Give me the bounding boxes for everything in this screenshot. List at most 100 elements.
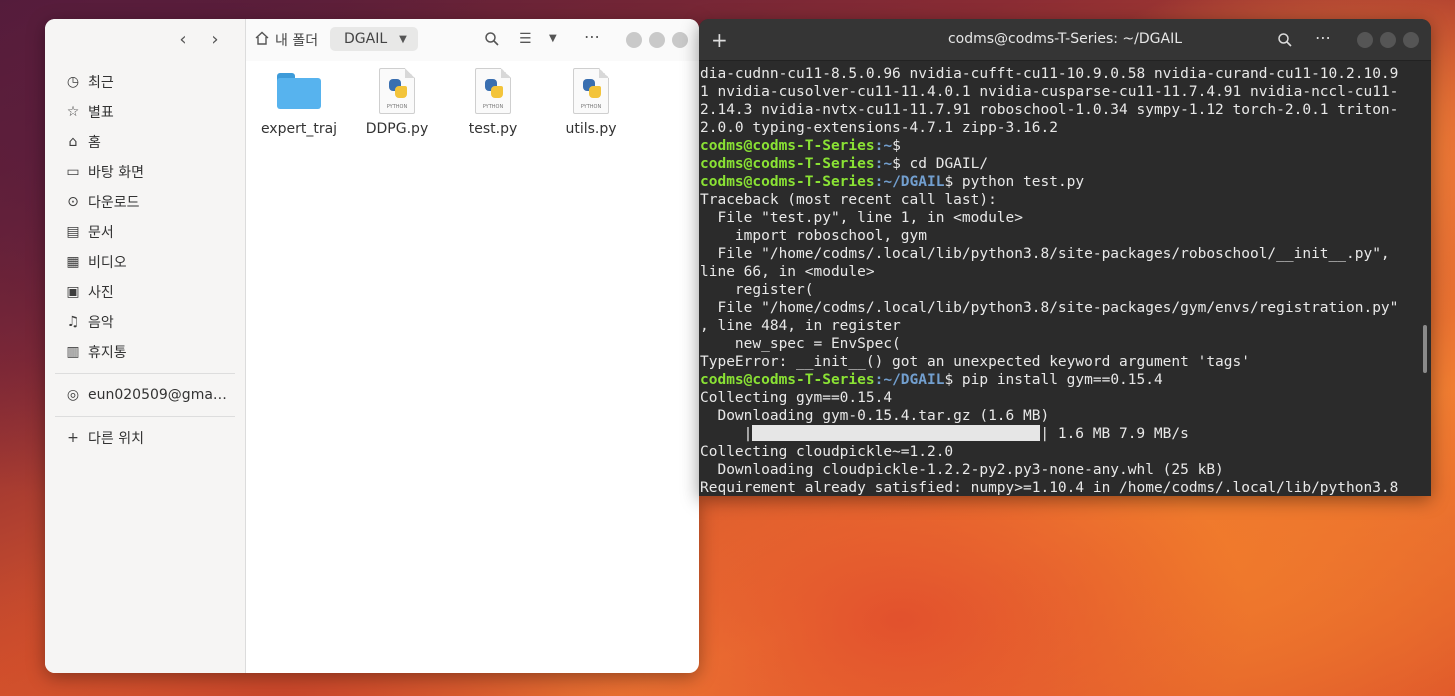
files-header: 내 폴더 DGAIL ▼ ☰ ▼ ⋯ [246,19,699,61]
view-options-chevron-icon[interactable]: ▼ [549,33,557,44]
terminal-prompt-line: codms@codms-T-Series:~/DGAIL$ pip instal… [700,371,1419,389]
nav-arrows: ‹ › [175,29,223,50]
sidebar-item-other-locations[interactable]: + 다른 위치 [45,423,245,453]
terminal-output-line: File "/home/codms/.local/lib/python3.8/s… [700,246,1390,262]
prompt-path: :~ [874,138,893,154]
progress-suffix: | 1.6 MB 7.9 MB/s [1040,426,1189,442]
music-icon: ♫ [66,314,80,330]
terminal-output-line: Collecting cloudpickle~=1.2.0 [700,444,954,460]
forward-button[interactable]: › [207,29,223,50]
file-item[interactable]: PYTHON DDPG.py [352,67,442,137]
sidebar-item-label: 별표 [88,105,114,121]
desktop-icon: ▭ [66,164,80,180]
minimize-button[interactable] [1357,32,1373,48]
sidebar-item-label: 비디오 [88,255,127,271]
prompt-command: $ python test.py [944,174,1085,190]
back-button[interactable]: ‹ [175,29,191,50]
sidebar-item-account[interactable]: ◎ eun020509@gma… [45,380,245,410]
document-icon: ▤ [66,224,80,240]
sidebar-item[interactable]: ▦ 비디오 [45,247,245,277]
sidebar-item-label: 최근 [88,75,114,91]
home-icon[interactable] [254,30,270,46]
minimize-button[interactable] [626,32,642,48]
file-name: expert_traj [260,121,338,137]
prompt-user: codms@codms-T-Series [700,138,875,154]
files-window: ‹ › ◷ 최근 ☆ 별표 ⌂ 홈 ▭ 바탕 화면 ⊙ 다운로드 ▤ 문서 ▦ 비디오 ▣ 사진 ♫ 음악 ▥ 휴지통… [45,19,699,673]
path-current-label: DGAIL [344,31,388,47]
file-item[interactable]: expert_traj [254,67,344,137]
sidebar-item[interactable]: ☆ 별표 [45,97,245,127]
sidebar-list: ◷ 최근 ☆ 별표 ⌂ 홈 ▭ 바탕 화면 ⊙ 다운로드 ▤ 문서 ▦ 비디오 ▣ 사진 ♫ 음악 ▥ 휴지통 ◎ eun… [45,67,245,453]
sidebar-divider [55,373,235,374]
maximize-button[interactable] [649,32,665,48]
maximize-button[interactable] [1380,32,1396,48]
download-icon: ⊙ [67,194,79,210]
sidebar-item-label: 휴지통 [88,345,127,361]
list-view-icon[interactable]: ☰ [519,31,532,47]
terminal-output-line: , line 484, in register [700,318,901,334]
path-current-button[interactable]: DGAIL ▼ [330,27,418,51]
file-item[interactable]: PYTHON utils.py [546,67,636,137]
prompt-command: $ cd DGAIL/ [892,156,989,172]
progress-bar [752,425,1041,441]
terminal-scrollbar[interactable] [1423,325,1427,373]
terminal-output-line: Downloading cloudpickle-1.2.2-py2.py3-no… [700,462,1224,478]
terminal-output-line: Traceback (most recent call last): [700,192,997,208]
prompt-path: :~/DGAIL [874,174,945,190]
sidebar-item[interactable]: ⊙ 다운로드 [45,187,245,217]
sidebar-item[interactable]: ▥ 휴지통 [45,337,245,367]
sidebar-item-label: 다운로드 [88,195,140,211]
clock-icon: ◷ [66,74,80,90]
close-button[interactable] [1403,32,1419,48]
sidebar-item-label: 음악 [88,315,114,331]
terminal-output-line: TypeError: __init__() got an unexpected … [700,354,1250,370]
prompt-user: codms@codms-T-Series [700,156,875,172]
sidebar-item[interactable]: ◷ 최근 [45,67,245,97]
menu-more-icon[interactable]: ⋯ [1315,28,1332,47]
terminal-output-line: 2.0.0 typing-extensions-4.7.1 zipp-3.16.… [700,120,1058,136]
path-home-label[interactable]: 내 폴더 [275,30,318,50]
search-icon[interactable] [1277,32,1293,48]
prompt-command: $ pip install gym==0.15.4 [944,372,1163,388]
other-locations-label: 다른 위치 [88,431,144,447]
terminal-output-line: Downloading gym-0.15.4.tar.gz (1.6 MB) [700,408,1050,424]
sidebar-item-label: 홈 [88,135,101,151]
chevron-down-icon: ▼ [399,33,407,45]
star-icon: ☆ [66,104,80,120]
python-badge-label: PYTHON [386,104,408,110]
terminal-prompt-line: codms@codms-T-Series:~$ cd DGAIL/ [700,155,1419,173]
menu-more-icon[interactable]: ⋯ [584,27,601,46]
sidebar-item[interactable]: ♫ 음악 [45,307,245,337]
sidebar-item-label: 문서 [88,225,114,241]
python-badge-label: PYTHON [482,104,504,110]
plus-icon: + [67,430,79,446]
home-icon: ⌂ [68,134,78,150]
prompt-user: codms@codms-T-Series [700,174,875,190]
sidebar-item[interactable]: ▭ 바탕 화면 [45,157,245,187]
prompt-path: :~ [874,156,893,172]
terminal-progress-line: | | 1.6 MB 7.9 MB/s [700,425,1419,443]
sidebar-divider [55,416,235,417]
terminal-output-line: new_spec = EnvSpec( [700,336,901,352]
files-sidebar: ‹ › ◷ 최근 ☆ 별표 ⌂ 홈 ▭ 바탕 화면 ⊙ 다운로드 ▤ 문서 ▦ 비디오 ▣ 사진 ♫ 음악 ▥ 휴지통… [45,19,246,673]
network-account-icon: ◎ [66,387,80,403]
terminal-header: + codms@codms-T-Series: ~/DGAIL ⋯ [699,19,1431,61]
file-item[interactable]: PYTHON test.py [448,67,538,137]
sidebar-item[interactable]: ▤ 문서 [45,217,245,247]
sidebar-item[interactable]: ⌂ 홈 [45,127,245,157]
terminal-output-line: register( [700,282,814,298]
terminal-output-line: Requirement already satisfied: numpy>=1.… [700,480,1399,496]
terminal-output-line: 1 nvidia-cusolver-cu11-11.4.0.1 nvidia-c… [700,84,1399,100]
account-label: eun020509@gma… [88,387,227,403]
terminal-prompt-line: codms@codms-T-Series:~$ [700,137,1419,155]
file-name: DDPG.py [365,121,429,137]
file-name: utils.py [565,121,617,137]
terminal-output-line: File "/home/codms/.local/lib/python3.8/s… [700,300,1399,316]
terminal-output-line: 2.14.3 nvidia-nvtx-cu11-11.7.91 roboscho… [700,102,1399,118]
sidebar-item[interactable]: ▣ 사진 [45,277,245,307]
terminal-output-line: File "test.py", line 1, in <module> [700,210,1024,226]
search-icon[interactable] [484,31,500,47]
terminal-output[interactable]: dia-cudnn-cu11-8.5.0.96 nvidia-cufft-cu1… [700,65,1419,496]
prompt-path: :~/DGAIL [874,372,945,388]
close-button[interactable] [672,32,688,48]
